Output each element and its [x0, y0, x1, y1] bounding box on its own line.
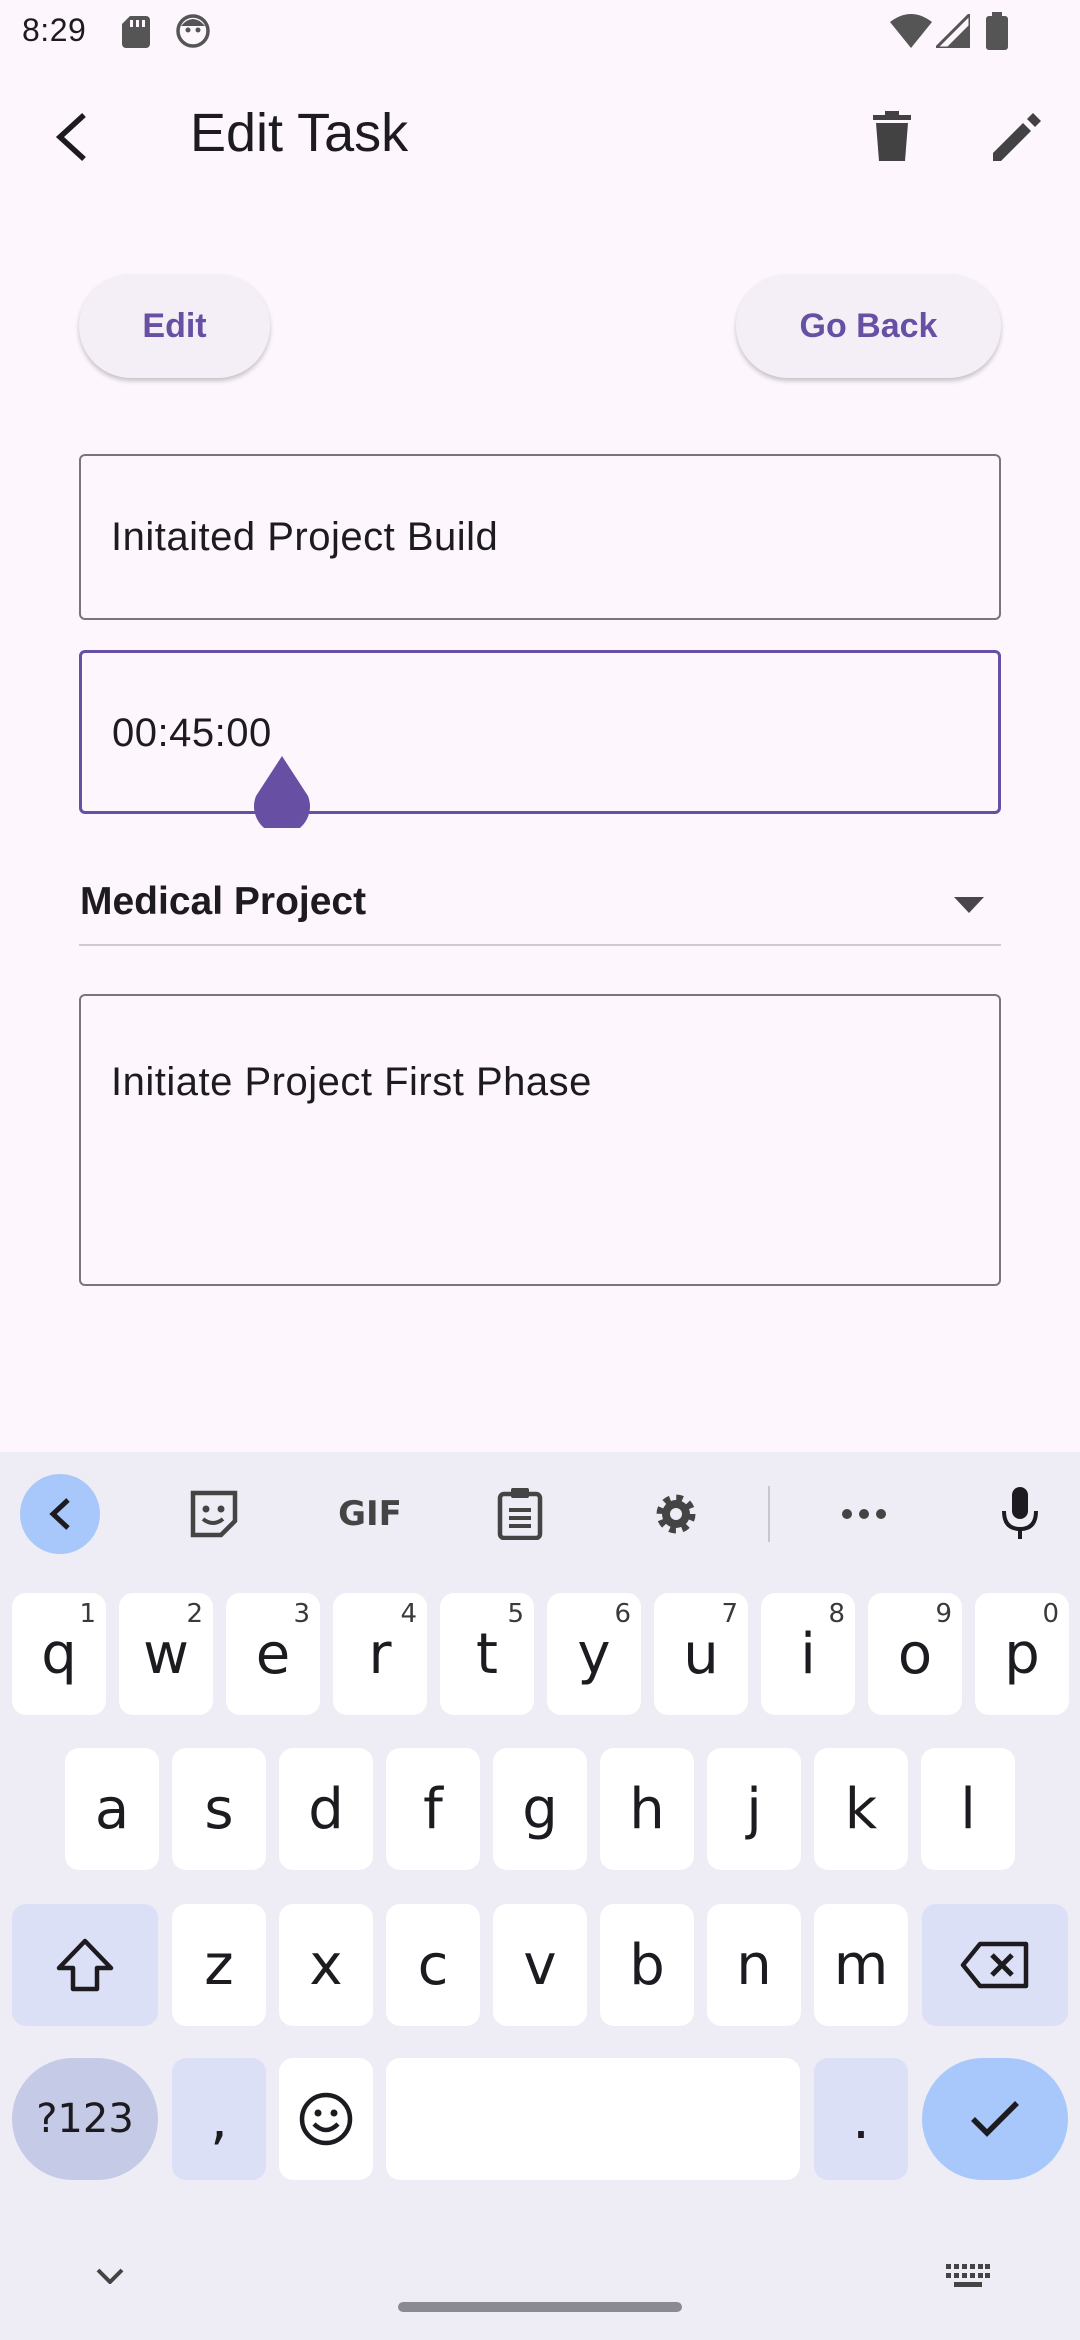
keyboard-collapse-toolbar-button[interactable]	[20, 1474, 100, 1554]
period-key[interactable]: .	[814, 2058, 908, 2180]
sticker-button[interactable]	[178, 1478, 250, 1550]
key-n[interactable]: n	[707, 1904, 801, 2026]
trash-icon	[873, 111, 911, 161]
description-field[interactable]: Initiate Project First Phase	[79, 994, 1001, 1286]
key-u[interactable]: u7	[654, 1593, 748, 1715]
dropdown-underline	[79, 944, 1001, 946]
sd-card-icon	[122, 16, 150, 48]
key-w[interactable]: w2	[119, 1593, 213, 1715]
keyboard-settings-button[interactable]	[640, 1478, 712, 1550]
key-j[interactable]: j	[707, 1748, 801, 1870]
key-d[interactable]: d	[279, 1748, 373, 1870]
key-g[interactable]: g	[493, 1748, 587, 1870]
key-s[interactable]: s	[172, 1748, 266, 1870]
backspace-icon	[960, 1941, 1030, 1989]
key-c[interactable]: c	[386, 1904, 480, 2026]
checkmark-icon	[969, 2099, 1021, 2139]
description-value: Initiate Project First Phase	[111, 1060, 592, 1104]
edit-action-button[interactable]	[986, 108, 1046, 168]
done-key[interactable]	[922, 2058, 1068, 2180]
cell-signal-icon	[936, 14, 970, 48]
key-t[interactable]: t5	[440, 1593, 534, 1715]
home-gesture-bar[interactable]	[398, 2302, 682, 2312]
microphone-icon	[1000, 1487, 1040, 1541]
key-h[interactable]: h	[600, 1748, 694, 1870]
gear-icon	[651, 1489, 701, 1539]
key-p[interactable]: p0	[975, 1593, 1069, 1715]
key-r[interactable]: r4	[333, 1593, 427, 1715]
key-m[interactable]: m	[814, 1904, 908, 2026]
wifi-icon	[890, 14, 932, 48]
notification-face-icon	[176, 14, 210, 48]
duration-value: 00:45:00	[112, 711, 272, 755]
key-k[interactable]: k	[814, 1748, 908, 1870]
clipboard-icon	[497, 1488, 543, 1540]
task-name-value: Initaited Project Build	[111, 515, 499, 559]
comma-key[interactable]: ,	[172, 2058, 266, 2180]
chevron-down-icon	[96, 2268, 124, 2284]
key-o[interactable]: o9	[868, 1593, 962, 1715]
edit-button[interactable]: Edit	[79, 274, 270, 378]
emoji-icon	[299, 2092, 353, 2146]
delete-button[interactable]	[862, 104, 922, 168]
go-back-button[interactable]: Go Back	[736, 274, 1001, 378]
pencil-icon	[991, 113, 1041, 163]
backspace-key[interactable]	[922, 1904, 1068, 2026]
sticker-icon	[189, 1489, 239, 1539]
voice-input-button[interactable]	[984, 1478, 1056, 1550]
page-title: Edit Task	[190, 103, 409, 163]
text-cursor-handle[interactable]	[252, 756, 312, 828]
status-bar: 8:29	[0, 0, 1080, 66]
hide-keyboard-button[interactable]	[92, 2262, 128, 2290]
symbols-key[interactable]: ?123	[12, 2058, 158, 2180]
key-l[interactable]: l	[921, 1748, 1015, 1870]
key-v[interactable]: v	[493, 1904, 587, 2026]
project-dropdown-value: Medical Project	[80, 880, 367, 923]
key-y[interactable]: y6	[547, 1593, 641, 1715]
chevron-left-icon	[48, 1497, 72, 1531]
emoji-key[interactable]	[279, 2058, 373, 2180]
key-f[interactable]: f	[386, 1748, 480, 1870]
space-key[interactable]	[386, 2058, 800, 2180]
keyboard-icon	[946, 2264, 990, 2288]
keyboard	[0, 1452, 1080, 2340]
gif-button[interactable]: GIF	[320, 1478, 420, 1550]
key-x[interactable]: x	[279, 1904, 373, 2026]
status-time: 8:29	[22, 12, 87, 48]
more-options-button[interactable]	[828, 1478, 900, 1550]
clipboard-button[interactable]	[484, 1478, 556, 1550]
key-z[interactable]: z	[172, 1904, 266, 2026]
more-horizontal-icon	[841, 1508, 887, 1520]
toolbar-divider	[768, 1486, 770, 1542]
key-e[interactable]: e3	[226, 1593, 320, 1715]
dropdown-arrow-icon	[954, 897, 984, 913]
back-arrow-icon	[52, 111, 92, 163]
battery-icon	[986, 12, 1008, 50]
keyboard-switcher-button[interactable]	[946, 2264, 990, 2288]
shift-icon	[55, 1938, 115, 1992]
task-name-field[interactable]: Initaited Project Build	[79, 454, 1001, 620]
key-i[interactable]: i8	[761, 1593, 855, 1715]
duration-field[interactable]: 00:45:00	[79, 650, 1001, 814]
key-b[interactable]: b	[600, 1904, 694, 2026]
back-button[interactable]	[40, 96, 104, 178]
key-a[interactable]: a	[65, 1748, 159, 1870]
shift-key[interactable]	[12, 1904, 158, 2026]
key-q[interactable]: q1	[12, 1593, 106, 1715]
